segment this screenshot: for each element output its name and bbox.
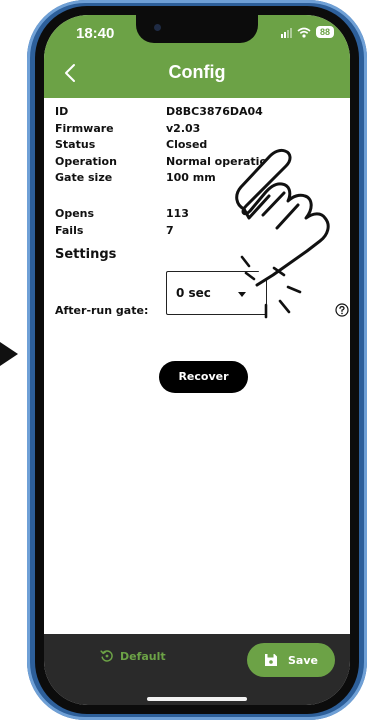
info-value: 100 mm bbox=[166, 171, 216, 184]
dropdown-caret-icon bbox=[238, 292, 246, 297]
info-label: Gate size bbox=[55, 171, 113, 184]
info-row-firmware: Firmware v2.03 bbox=[55, 122, 275, 139]
info-row-status: Status Closed bbox=[55, 138, 275, 155]
count-value: 113 bbox=[166, 207, 189, 220]
info-value: D8BC3876DA04 bbox=[166, 105, 263, 118]
info-value: v2.03 bbox=[166, 121, 201, 135]
counts-list: Opens 113 Fails 7 bbox=[55, 207, 189, 240]
count-label: Opens bbox=[55, 207, 95, 220]
default-button[interactable]: Default bbox=[100, 649, 166, 663]
wifi-icon bbox=[297, 27, 311, 38]
info-label: Status bbox=[55, 138, 96, 151]
recover-button[interactable]: Recover bbox=[159, 361, 248, 393]
status-time: 18:40 bbox=[76, 25, 115, 42]
after-run-gate-select[interactable]: 0 sec bbox=[166, 271, 267, 315]
info-row-id: ID D8BC3876DA04 bbox=[55, 105, 275, 122]
save-label: Save bbox=[288, 653, 318, 667]
pointer-arrow bbox=[0, 342, 18, 366]
count-value: 7 bbox=[166, 223, 174, 237]
default-label: Default bbox=[120, 649, 166, 663]
cellular-signal-icon bbox=[280, 27, 292, 38]
info-label: ID bbox=[55, 105, 69, 118]
count-row-opens: Opens 113 bbox=[55, 207, 189, 224]
count-row-fails: Fails 7 bbox=[55, 224, 189, 241]
app-screen: 18:40 88 Config ID D8BC3876DA04 Firmware… bbox=[44, 15, 350, 705]
reset-icon bbox=[100, 650, 113, 662]
count-label: Fails bbox=[55, 223, 84, 237]
info-value: Closed bbox=[166, 138, 208, 151]
info-row-gate-size: Gate size 100 mm bbox=[55, 171, 275, 188]
save-icon bbox=[265, 654, 277, 666]
after-run-gate-value: 0 sec bbox=[176, 286, 211, 300]
info-label: Operation bbox=[55, 154, 117, 168]
app-header: 18:40 88 Config bbox=[44, 15, 350, 98]
info-row-operation: Operation Normal operation bbox=[55, 155, 275, 172]
save-button[interactable]: Save bbox=[247, 643, 335, 677]
page-title: Config bbox=[168, 62, 226, 82]
help-icon[interactable] bbox=[335, 303, 349, 317]
settings-heading: Settings bbox=[55, 247, 117, 262]
info-label: Firmware bbox=[55, 121, 114, 135]
device-info-list: ID D8BC3876DA04 Firmware v2.03 Status Cl… bbox=[55, 105, 275, 188]
after-run-gate-label: After-run gate: bbox=[55, 304, 149, 317]
status-icons: 88 bbox=[280, 26, 334, 38]
battery-indicator: 88 bbox=[315, 26, 334, 38]
info-value: Normal operation bbox=[166, 154, 275, 168]
phone-frame: 18:40 88 Config ID D8BC3876DA04 Firmware… bbox=[27, 0, 367, 720]
front-camera bbox=[154, 24, 161, 31]
home-indicator bbox=[147, 697, 247, 701]
